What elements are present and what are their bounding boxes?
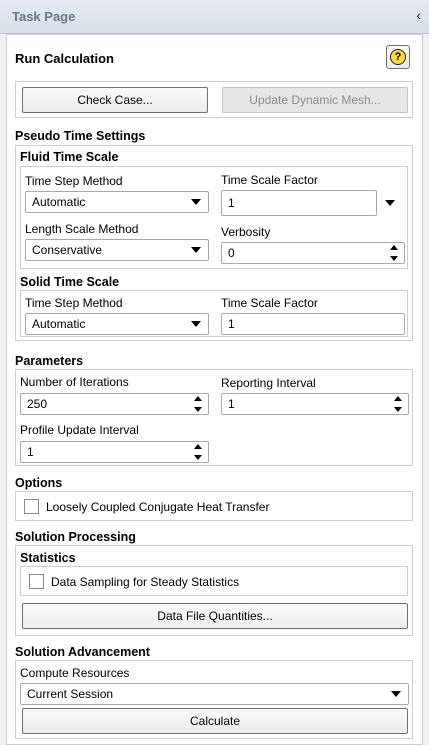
spinner-arrows-icon[interactable] [194, 444, 204, 460]
dropdown-arrow-icon [191, 199, 201, 205]
length-scale-method-label: Length Scale Method [25, 222, 139, 236]
compute-resources-value: Current Session [27, 687, 114, 701]
fluid-time-scale-factor-input[interactable]: 1 [221, 190, 377, 216]
task-page-titlebar: Task Page ‹ [0, 0, 429, 34]
solid-time-scale-factor-input[interactable]: 1 [221, 313, 405, 335]
spinner-arrows-icon[interactable] [390, 245, 400, 261]
number-of-iterations-value: 250 [27, 397, 48, 411]
fluid-time-scale-header: Fluid Time Scale [20, 150, 119, 164]
solution-processing-header: Solution Processing [15, 530, 136, 544]
number-of-iterations-spinner[interactable]: 250 [20, 393, 209, 415]
run-calculation-panel: Run Calculation ? Check Case... Update D… [6, 34, 423, 745]
data-sampling-label: Data Sampling for Steady Statistics [51, 575, 240, 589]
dropdown-arrow-icon [191, 247, 201, 253]
spinner-arrows-icon[interactable] [194, 396, 204, 412]
help-icon: ? [390, 49, 406, 65]
profile-update-interval-value: 1 [27, 445, 34, 459]
solution-advancement-header: Solution Advancement [15, 645, 150, 659]
dropdown-arrow-icon [191, 321, 201, 327]
solid-time-step-method-value: Automatic [32, 317, 86, 331]
solid-time-scale-header: Solid Time Scale [20, 275, 120, 289]
length-scale-method-value: Conservative [32, 243, 103, 257]
pseudo-time-settings-header: Pseudo Time Settings [15, 129, 146, 143]
profile-update-interval-label: Profile Update Interval [20, 423, 139, 437]
fluid-time-step-method-value: Automatic [32, 195, 86, 209]
loosely-coupled-label: Loosely Coupled Conjugate Heat Transfer [46, 500, 270, 514]
fluid-time-step-method-dropdown[interactable]: Automatic [25, 191, 209, 213]
help-button[interactable]: ? [386, 45, 410, 69]
data-sampling-checkbox[interactable] [29, 574, 44, 589]
number-of-iterations-label: Number of Iterations [20, 375, 129, 389]
reporting-interval-label: Reporting Interval [221, 376, 316, 390]
options-header: Options [15, 476, 63, 490]
loosely-coupled-checkbox[interactable] [24, 499, 39, 514]
fluid-time-step-method-label: Time Step Method [25, 174, 123, 188]
compute-resources-label: Compute Resources [20, 666, 130, 680]
check-case-button[interactable]: Check Case... [22, 87, 208, 113]
parameters-header: Parameters [15, 354, 84, 368]
update-dynamic-mesh-button[interactable]: Update Dynamic Mesh... [222, 87, 408, 113]
dropdown-arrow-icon [391, 691, 401, 697]
reporting-interval-spinner[interactable]: 1 [221, 393, 409, 415]
run-calculation-title: Run Calculation [15, 51, 114, 66]
length-scale-method-dropdown[interactable]: Conservative [25, 239, 209, 261]
verbosity-value: 0 [228, 246, 235, 260]
reporting-interval-value: 1 [228, 397, 235, 411]
solid-time-step-method-dropdown[interactable]: Automatic [25, 313, 209, 335]
solid-time-scale-factor-value: 1 [228, 317, 235, 331]
spinner-arrows-icon[interactable] [394, 396, 404, 412]
data-file-quantities-button[interactable]: Data File Quantities... [22, 603, 408, 629]
calculate-button[interactable]: Calculate [22, 708, 408, 734]
fluid-time-scale-factor-label: Time Scale Factor [221, 173, 318, 187]
solid-time-scale-factor-label: Time Scale Factor [221, 296, 318, 310]
verbosity-spinner[interactable]: 0 [221, 242, 405, 264]
task-page-title: Task Page [12, 9, 76, 24]
solid-time-step-method-label: Time Step Method [25, 296, 123, 310]
verbosity-label: Verbosity [221, 225, 271, 239]
statistics-header: Statistics [20, 551, 76, 565]
collapse-chevron-icon[interactable]: ‹ [416, 7, 421, 23]
compute-resources-dropdown[interactable]: Current Session [20, 683, 409, 705]
time-scale-factor-dropdown-icon[interactable] [385, 200, 395, 206]
profile-update-interval-spinner[interactable]: 1 [20, 441, 209, 463]
fluid-time-scale-factor-value: 1 [228, 196, 235, 210]
